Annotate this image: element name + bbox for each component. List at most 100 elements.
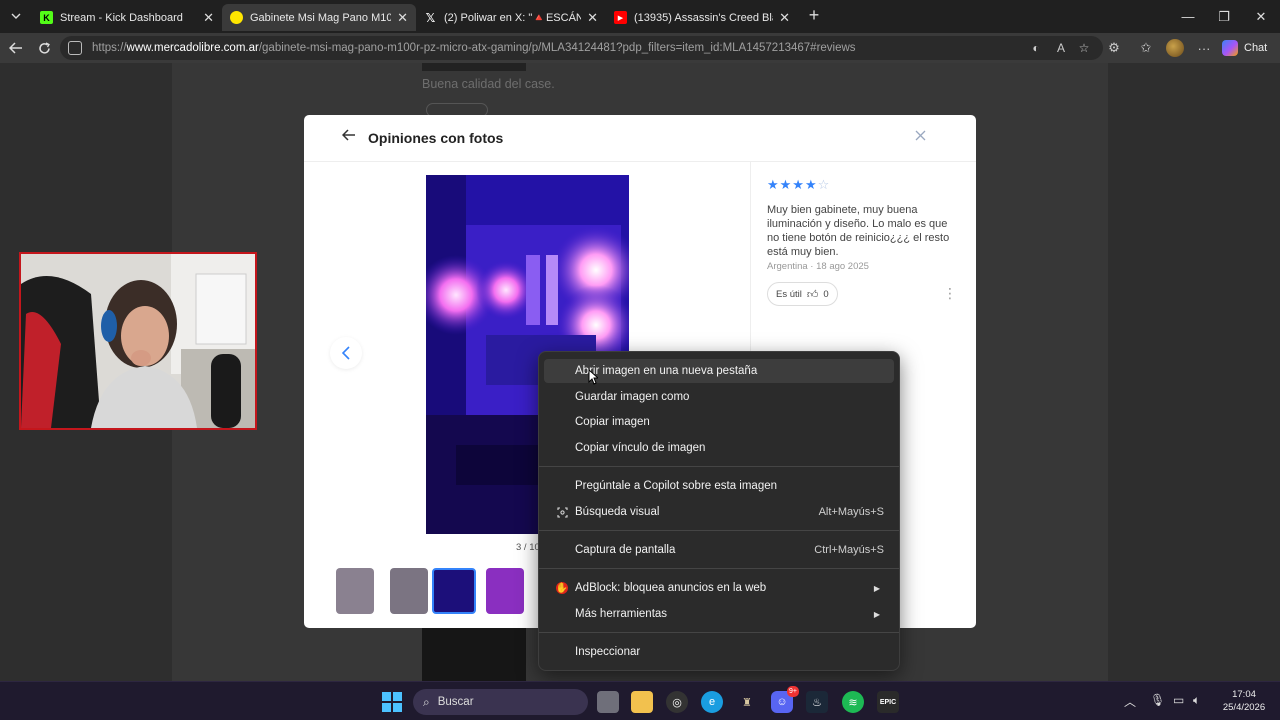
previous-photo-button[interactable] <box>330 337 362 369</box>
url-prefix: https:// <box>92 42 127 54</box>
taskbar-search[interactable]: ⌕ Buscar <box>413 689 588 715</box>
chevron-left-icon <box>342 346 350 360</box>
restore-button[interactable]: ❐ <box>1206 0 1242 33</box>
star-empty-icon: ☆ <box>817 177 831 192</box>
tab-mercadolibre[interactable]: Gabinete Msi Mag Pano M100r Pz ✕ <box>222 4 416 31</box>
tab-strip: K Stream - Kick Dashboard ✕ Gabinete Msi… <box>0 0 1280 33</box>
tray-overflow-icon[interactable]: ︿ <box>1124 693 1136 710</box>
file-explorer-icon[interactable] <box>631 691 653 713</box>
useful-label: Es útil <box>776 288 802 300</box>
discord-badge: 9+ <box>787 686 799 697</box>
close-window-button[interactable]: ✕ <box>1243 0 1279 33</box>
mercadolibre-icon <box>230 11 243 24</box>
back-button[interactable] <box>6 38 26 58</box>
copilot-chat-button[interactable]: Chat <box>1222 38 1267 58</box>
thumbnail-4[interactable] <box>486 568 524 614</box>
tab-kick-dashboard[interactable]: K Stream - Kick Dashboard ✕ <box>32 4 222 31</box>
review-text: Muy bien gabinete, muy buena iluminación… <box>767 204 950 258</box>
background-review-photo <box>422 63 526 71</box>
address-bar[interactable]: https://www.mercadolibre.com.ar/gabinete… <box>60 36 1103 60</box>
mouse-pointer-icon <box>588 369 598 385</box>
menu-item-label: Más herramientas <box>575 608 668 620</box>
more-options-icon[interactable]: ··· <box>1196 40 1212 56</box>
tab-title: (2) Poliwar en X: "🔺ESCÁNDALO <box>444 12 582 24</box>
rating-stars: ★★★★☆ <box>767 177 957 193</box>
menu-item-label: Copiar imagen <box>575 416 650 428</box>
menu-item-screenshot[interactable]: Captura de pantalla Ctrl+Mayús+S <box>544 538 894 562</box>
chevron-down-icon <box>11 13 21 19</box>
minimize-button[interactable]: — <box>1170 0 1206 33</box>
review-meta: Argentina · 18 ago 2025 <box>767 261 869 272</box>
profile-avatar[interactable] <box>1166 39 1184 57</box>
volume-icon[interactable]: 🔈︎ <box>1193 693 1200 708</box>
menu-item-inspect[interactable]: Inspeccionar <box>544 640 894 664</box>
site-info-icon[interactable] <box>68 41 82 55</box>
taskbar-search-placeholder: Buscar <box>437 696 474 708</box>
tab-close-icon[interactable]: ✕ <box>779 10 790 26</box>
youtube-icon: ▶ <box>614 11 627 24</box>
thumbnail-2[interactable] <box>390 568 428 614</box>
submenu-arrow-icon: ▶ <box>873 583 880 593</box>
chrome-icon[interactable]: ◎ <box>666 691 688 713</box>
menu-item-label: Guardar imagen como <box>575 391 690 403</box>
x-icon: 𝕏 <box>425 10 436 25</box>
tab-close-icon[interactable]: ✕ <box>203 10 214 26</box>
menu-item-ask-copilot[interactable]: Pregúntale a Copilot sobre esta imagen <box>544 474 894 498</box>
menu-item-label: Captura de pantalla <box>575 544 676 556</box>
menu-separator <box>539 466 899 467</box>
app-icon[interactable]: ♜ <box>736 691 758 713</box>
network-icon[interactable]: ▭ <box>1173 693 1184 707</box>
arrow-left-icon <box>341 129 355 141</box>
new-tab-button[interactable]: + <box>804 6 824 26</box>
url-host: www.mercadolibre.com.ar <box>126 42 259 54</box>
thumbnail-1[interactable] <box>336 568 374 614</box>
thumbnail-3-selected[interactable] <box>432 568 476 614</box>
thumbs-up-icon: 👍︎ <box>806 288 819 301</box>
extension-puzzle-icon[interactable]: ◐ <box>1028 40 1044 56</box>
adblock-icon: ✋ <box>555 582 569 594</box>
tab-close-icon[interactable]: ✕ <box>587 10 598 26</box>
read-aloud-icon[interactable]: A <box>1053 40 1069 56</box>
useful-button[interactable]: Es útil 👍︎ 0 <box>767 282 838 306</box>
menu-item-copy-image-link[interactable]: Copiar vínculo de imagen <box>544 436 894 460</box>
tab-title: (13935) Assassin's Creed Black Fla <box>634 11 773 24</box>
task-view-icon[interactable] <box>597 691 619 713</box>
modal-close-button[interactable] <box>912 128 928 146</box>
tab-close-icon[interactable]: ✕ <box>397 10 408 26</box>
menu-item-save-image[interactable]: Guardar imagen como <box>544 385 894 409</box>
epic-games-icon[interactable]: EPIC <box>877 691 899 713</box>
background-review-photo <box>422 627 526 681</box>
menu-item-visual-search[interactable]: Búsqueda visual Alt+Mayús+S <box>544 500 894 524</box>
menu-item-copy-image[interactable]: Copiar imagen <box>544 410 894 434</box>
close-icon <box>915 130 925 141</box>
screen: K Stream - Kick Dashboard ✕ Gabinete Msi… <box>0 0 1280 720</box>
search-icon: ⌕ <box>423 694 430 709</box>
clock-time: 17:04 <box>1232 689 1256 700</box>
favorites-icon[interactable]: ✩ <box>1138 40 1154 56</box>
context-menu: Abrir imagen en una nueva pestaña Guarda… <box>538 351 900 671</box>
reload-button[interactable] <box>34 38 54 58</box>
tab-youtube[interactable]: ▶ (13935) Assassin's Creed Black Fla ✕ <box>606 4 798 31</box>
extensions-icon[interactable]: ⚙ <box>1106 40 1122 56</box>
taskbar-clock[interactable]: 17:04 25/4/2026 <box>1214 688 1274 714</box>
useful-count: 0 <box>823 288 829 300</box>
background-review-text: Buena calidad del case. <box>422 77 555 91</box>
review-options-icon[interactable]: ⋮ <box>943 286 957 300</box>
menu-separator <box>539 568 899 569</box>
tab-actions-menu-button[interactable] <box>4 5 28 27</box>
visual-search-icon <box>556 506 568 518</box>
menu-item-adblock[interactable]: ✋ AdBlock: bloquea anuncios en la web ▶ <box>544 576 894 600</box>
start-button[interactable] <box>382 692 402 712</box>
edge-icon[interactable]: e <box>701 691 723 713</box>
review-panel: ★★★★☆ Muy bien gabinete, muy buena ilumi… <box>767 177 957 306</box>
tab-x-poliwar[interactable]: 𝕏 (2) Poliwar en X: "🔺ESCÁNDALO ✕ <box>416 4 606 31</box>
menu-item-more-tools[interactable]: Más herramientas ▶ <box>544 602 894 626</box>
steam-icon[interactable]: ♨ <box>806 691 828 713</box>
spotify-icon[interactable]: ≋ <box>842 691 864 713</box>
favorite-star-icon[interactable]: ☆ <box>1076 40 1092 56</box>
microphone-icon[interactable]: 🎙︎ <box>1150 693 1165 707</box>
menu-item-label: AdBlock: bloquea anuncios en la web <box>575 582 767 594</box>
webcam-overlay <box>19 252 257 430</box>
menu-item-label: Inspeccionar <box>575 646 641 658</box>
modal-back-button[interactable] <box>341 129 358 145</box>
